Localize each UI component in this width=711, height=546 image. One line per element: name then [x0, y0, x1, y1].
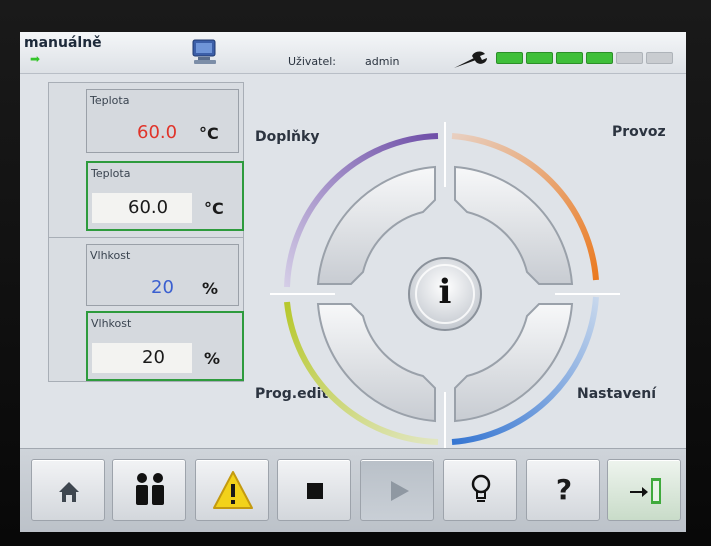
mode-label[interactable]: manuálně — [24, 35, 102, 51]
alarm-button[interactable] — [195, 459, 269, 521]
mode-arrow-icon: ➡ — [30, 52, 41, 66]
info-icon: i — [438, 272, 452, 312]
humidity-set-unit: % — [204, 349, 221, 368]
wheel-graphic — [270, 122, 620, 457]
humidity-panel: Vlhkost 20 % Vlhkost 20 % — [48, 237, 244, 382]
bottom-toolbar: ? — [20, 448, 686, 532]
segment-doplnky-button[interactable] — [316, 165, 436, 285]
temperature-set-box[interactable]: Teplota 60.0 °C — [86, 161, 244, 231]
temperature-actual-unit: °C — [199, 124, 219, 143]
light-button[interactable] — [443, 459, 517, 521]
home-button[interactable] — [31, 459, 105, 521]
user-label: Uživatel: — [288, 55, 336, 68]
home-icon — [59, 482, 79, 502]
temperature-actual-label: Teplota — [90, 94, 130, 107]
humidity-set-box[interactable]: Vlhkost 20 % — [86, 311, 244, 381]
warning-icon — [213, 471, 253, 509]
start-button[interactable] — [360, 459, 434, 521]
help-button[interactable]: ? — [526, 459, 600, 521]
humidity-actual-unit: % — [202, 279, 219, 298]
status-led — [586, 52, 613, 64]
humidity-set-label: Vlhkost — [91, 317, 132, 330]
users-button[interactable] — [112, 459, 186, 521]
temperature-set-unit: °C — [204, 199, 224, 218]
humidity-actual-box: Vlhkost 20 % — [86, 244, 239, 306]
status-led — [496, 52, 523, 64]
temperature-set-value[interactable]: 60.0 — [128, 197, 168, 218]
wrench-icon[interactable] — [452, 50, 494, 70]
humidity-actual-label: Vlhkost — [90, 249, 131, 262]
navigation-wheel: Doplňky Provoz Prog.edit. Nastavení i — [240, 92, 686, 472]
stop-icon — [307, 483, 323, 499]
temperature-actual-value: 60.0 — [137, 122, 178, 143]
status-led — [526, 52, 553, 64]
play-icon — [391, 481, 409, 501]
device-bezel: manuálně ➡ Uživatel: admin Teplota 60.0 … — [0, 0, 711, 546]
humidity-set-value[interactable]: 20 — [142, 347, 165, 368]
status-led — [616, 52, 643, 64]
lightbulb-icon — [471, 474, 491, 502]
status-led — [556, 52, 583, 64]
user-value[interactable]: admin — [365, 55, 399, 68]
segment-nastaveni-button[interactable] — [454, 303, 574, 423]
help-icon: ? — [555, 473, 573, 506]
humidity-actual-value: 20 — [151, 277, 174, 298]
exit-icon — [630, 478, 661, 504]
status-led — [646, 52, 673, 64]
exit-button[interactable] — [607, 459, 681, 521]
temperature-actual-box: Teplota 60.0 °C — [86, 89, 239, 153]
users-icon — [136, 473, 164, 505]
computer-icon[interactable] — [190, 38, 220, 66]
hmi-screen: manuálně ➡ Uživatel: admin Teplota 60.0 … — [20, 32, 686, 532]
stop-button[interactable] — [277, 459, 351, 521]
header-bar: manuálně ➡ Uživatel: admin — [20, 32, 686, 74]
temperature-set-label: Teplota — [91, 167, 131, 180]
